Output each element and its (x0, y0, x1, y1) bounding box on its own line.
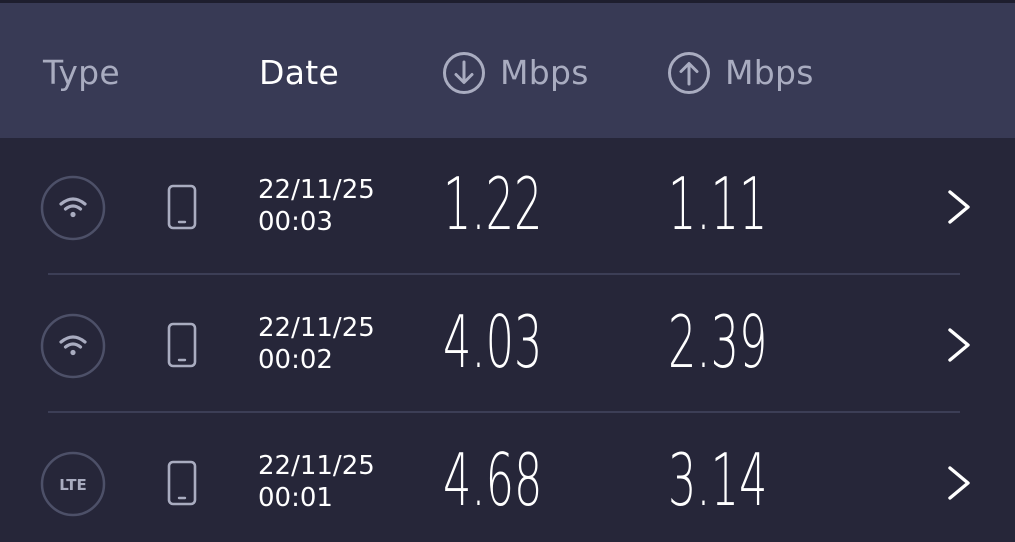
upload-column-header[interactable]: Mbps (725, 53, 814, 93)
result-row[interactable]: 22/11/25 00:03 1.22 1.11 (0, 138, 1015, 275)
result-time: 00:01 (258, 483, 333, 513)
lte-label: LTE (59, 476, 87, 494)
upload-speed: 1.11 (668, 162, 768, 246)
row-divider (48, 411, 960, 413)
result-date: 22/11/25 (258, 175, 375, 205)
type-column-header[interactable]: Type (43, 53, 120, 93)
chevron-right-icon[interactable] (941, 325, 977, 365)
chevron-right-icon[interactable] (941, 463, 977, 503)
lte-icon: LTE (40, 451, 106, 517)
phone-icon (167, 322, 197, 368)
download-speed: 4.68 (443, 438, 543, 522)
result-row[interactable]: LTE 22/11/25 00:01 4.68 3.14 (0, 414, 1015, 542)
result-date: 22/11/25 (258, 313, 375, 343)
download-speed: 4.03 (443, 300, 543, 384)
result-time: 00:02 (258, 345, 333, 375)
arrow-up-circle-icon[interactable] (667, 51, 711, 95)
row-divider (48, 273, 960, 275)
results-header: Type Date Mbps Mbps (0, 3, 1015, 138)
chevron-right-icon[interactable] (941, 187, 977, 227)
upload-speed: 3.14 (668, 438, 768, 522)
result-date: 22/11/25 (258, 451, 375, 481)
phone-icon (167, 460, 197, 506)
results-history-screen: Type Date Mbps Mbps 22/11/25 00:03 1.22 (0, 0, 1015, 542)
wifi-icon (40, 313, 106, 379)
result-row[interactable]: 22/11/25 00:02 4.03 2.39 (0, 276, 1015, 413)
date-column-header[interactable]: Date (259, 53, 339, 93)
arrow-down-circle-icon[interactable] (442, 51, 486, 95)
upload-speed: 2.39 (668, 300, 768, 384)
download-column-header[interactable]: Mbps (500, 53, 589, 93)
result-time: 00:03 (258, 207, 333, 237)
wifi-icon (40, 175, 106, 241)
phone-icon (167, 184, 197, 230)
download-speed: 1.22 (443, 162, 543, 246)
